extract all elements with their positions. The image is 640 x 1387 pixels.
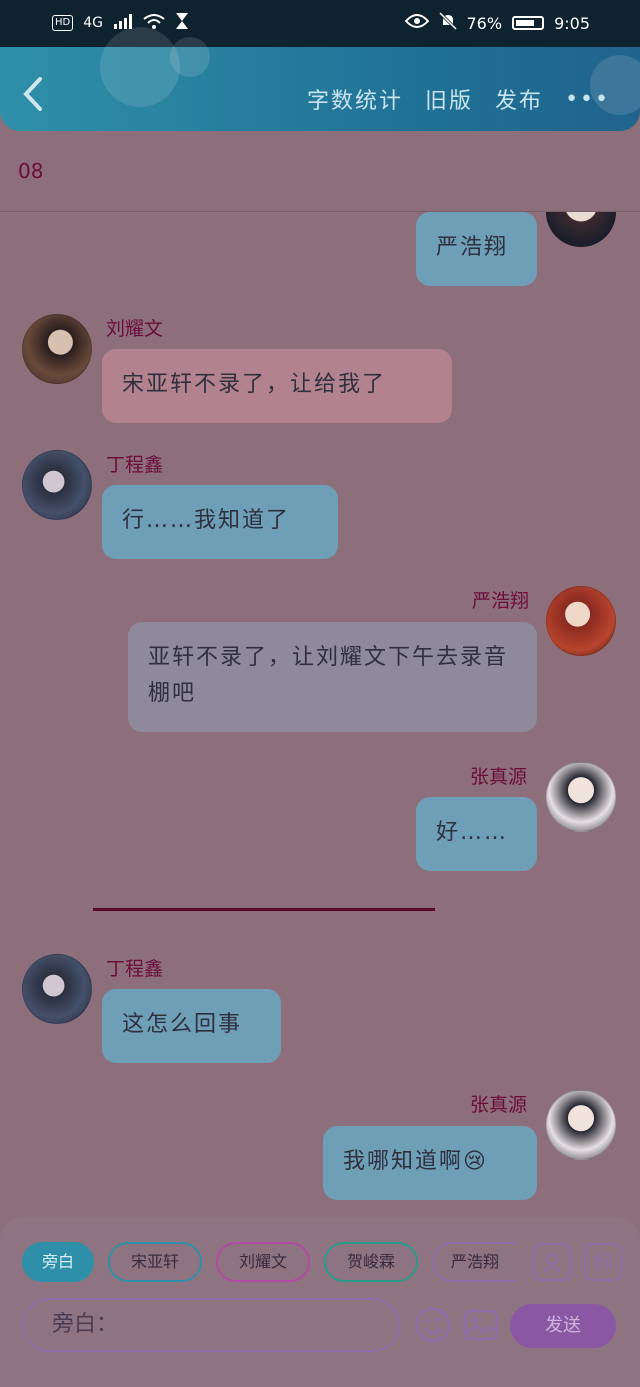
image-icon[interactable] (462, 1306, 500, 1344)
battery-percent: 76% (466, 13, 503, 33)
message-bubble[interactable]: 宋亚轩不录了，让给我了 (102, 349, 452, 423)
chapter-header: 08 (0, 131, 640, 212)
composer-panel: 旁白 宋亚轩 刘耀文 贺峻霖 严浩翔 标 旁白： 发送 (0, 1218, 640, 1387)
bell-off-icon (438, 11, 457, 34)
clock: 9:05 (554, 13, 590, 33)
avatar[interactable] (546, 212, 616, 247)
word-count-button[interactable]: 字数统计 (307, 83, 403, 115)
eye-icon (404, 13, 429, 33)
header-bar: 字数统计 旧版 发布 ••• (0, 27, 640, 131)
speaker-name: 丁程鑫 (106, 958, 164, 980)
message-text: 我哪知道啊 (343, 1149, 464, 1174)
chapter-number[interactable]: 08 (18, 159, 43, 183)
speaker-name: 张真源 (470, 1094, 528, 1116)
speaker-name: 张真源 (470, 766, 528, 788)
hd-badge: HD (52, 15, 74, 31)
avatar[interactable] (546, 762, 616, 832)
battery-icon (512, 16, 545, 30)
message-bubble[interactable]: 行……我知道了 (102, 485, 338, 559)
role-chip-yan-haoxiang[interactable]: 严浩翔 (432, 1242, 516, 1282)
speaker-name: 严浩翔 (472, 590, 530, 612)
avatar[interactable] (22, 954, 92, 1024)
avatar[interactable] (546, 1090, 616, 1160)
chat-area[interactable]: 严浩翔 刘耀文 宋亚轩不录了，让给我了 丁程鑫 行……我知道了 严浩翔 亚轩不录… (0, 212, 640, 1220)
avatar[interactable] (546, 586, 616, 656)
crying-emoji-icon: 😢 (463, 1149, 488, 1174)
send-button[interactable]: 发送 (510, 1304, 616, 1348)
message-bubble[interactable]: 严浩翔 (416, 212, 537, 286)
message-bubble[interactable]: 我哪知道啊😢 (323, 1126, 537, 1200)
status-bar: HD 4G 76% 9:05 (0, 0, 640, 47)
message-bubble[interactable]: 好…… (416, 797, 537, 871)
old-version-button[interactable]: 旧版 (425, 83, 473, 115)
message-bubble[interactable]: 这怎么回事 (102, 989, 281, 1063)
role-chip-narration[interactable]: 旁白 (22, 1242, 94, 1282)
speaker-name: 刘耀文 (106, 318, 164, 340)
message-input[interactable]: 旁白： (22, 1298, 400, 1352)
role-chip-he-junlin[interactable]: 贺峻霖 (324, 1242, 418, 1282)
bubble-decoration (170, 37, 210, 77)
publish-button[interactable]: 发布 (495, 83, 543, 115)
label-button[interactable]: 标 (584, 1243, 622, 1281)
avatar[interactable] (22, 450, 92, 520)
role-chip-liu-yaowen[interactable]: 刘耀文 (216, 1242, 310, 1282)
back-icon[interactable] (22, 77, 44, 111)
bubble-decoration (100, 27, 180, 107)
speaker-name: 丁程鑫 (106, 454, 164, 476)
more-icon[interactable]: ••• (565, 87, 610, 112)
message-bubble[interactable]: 亚轩不录了，让刘耀文下午去录音棚吧 (128, 622, 537, 732)
emoji-icon[interactable] (414, 1306, 452, 1344)
character-icon[interactable] (533, 1243, 571, 1281)
hourglass-icon (175, 12, 189, 34)
section-divider (93, 908, 435, 911)
role-chip-song-yaxuan[interactable]: 宋亚轩 (108, 1242, 202, 1282)
avatar[interactable] (22, 314, 92, 384)
network-label: 4G (83, 15, 103, 31)
